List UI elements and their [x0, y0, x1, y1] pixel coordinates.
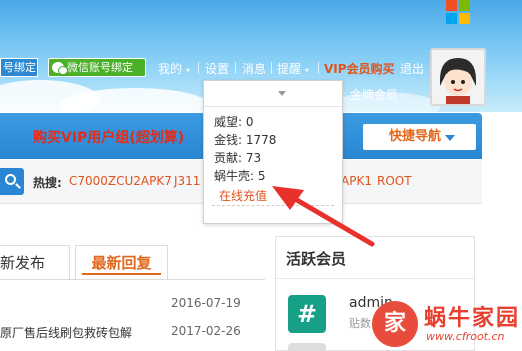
list-item-date: 2016-07-19 — [171, 296, 241, 310]
member-post-count: 贴数 — [349, 317, 371, 330]
search-icon — [5, 174, 16, 185]
stat-snail-shell: 蜗牛壳: 5 — [214, 169, 266, 183]
stat-contribution: 贡献: 73 — [214, 151, 262, 165]
nav-divider — [318, 62, 319, 74]
active-members-title: 活跃会员 — [286, 250, 347, 268]
bind-phone-button[interactable]: 号绑定 — [0, 58, 38, 77]
watermark-logo: 家 蜗牛家园 www.cfroot.cn — [370, 298, 522, 351]
list-item-title[interactable]: 原厂售后线刷包救砖包解 — [0, 324, 132, 341]
search-button[interactable] — [0, 168, 24, 195]
nav-divider — [235, 62, 236, 74]
member-avatar[interactable]: # — [288, 295, 326, 333]
tab-latest-replies[interactable]: 最新回复 — [75, 245, 168, 279]
member-avatar[interactable] — [288, 343, 326, 351]
top-nav: 号绑定 微信账号绑定 我的 ▾ 设置 消息 提醒 ▾ VIP会员购买 退出 — [0, 57, 430, 79]
quick-nav-label: 快捷导航 — [389, 129, 442, 144]
nav-divider — [271, 62, 272, 74]
nav-messages[interactable]: 消息 — [242, 60, 266, 77]
nav-reminders[interactable]: 提醒 ▾ — [277, 60, 309, 77]
bind-wechat-label: 微信账号绑定 — [67, 61, 133, 74]
chevron-down-icon: ▾ — [304, 66, 309, 75]
hot-search-label: 热搜: — [33, 176, 62, 190]
quick-nav-button[interactable]: 快捷导航 — [363, 124, 476, 150]
nav-vip-buy[interactable]: VIP会员购买 — [324, 60, 395, 77]
recharge-link[interactable]: 在线充值 — [219, 187, 267, 204]
chevron-down-icon: ▾ — [185, 66, 190, 75]
nav-reminders-label: 提醒 — [277, 62, 302, 76]
hot-search-link[interactable]: J311 — [174, 174, 200, 188]
watermark-url: www.cfroot.cn — [426, 330, 505, 343]
hot-search-link[interactable]: ROOT — [377, 174, 412, 188]
dropdown-header — [204, 81, 342, 107]
nav-my-label: 我的 — [158, 62, 183, 76]
buy-vip-link[interactable]: 购买VIP用户组(超划算) — [33, 127, 184, 147]
nav-logout[interactable]: 退出 — [400, 60, 424, 77]
nav-settings[interactable]: 设置 — [205, 60, 229, 77]
nav-my[interactable]: 我的 ▾ — [158, 60, 190, 77]
chevron-down-icon: ▾ — [401, 92, 406, 101]
bind-wechat-button[interactable]: 微信账号绑定 — [48, 58, 146, 77]
search-icon-handle — [15, 183, 21, 189]
list-item-date: 2017-02-26 — [171, 324, 241, 338]
tab-divider — [0, 279, 265, 280]
chevron-down-icon — [445, 135, 455, 141]
panel-divider — [276, 278, 474, 279]
wechat-icon — [52, 62, 68, 75]
arrow-icon — [272, 186, 375, 247]
tab-new-posts[interactable]: 新发布 — [0, 245, 70, 279]
stat-money: 金钱: 1778 — [214, 133, 277, 147]
avatar-icon — [432, 50, 484, 104]
nav-divider — [198, 62, 199, 74]
avatar[interactable] — [430, 48, 486, 106]
watermark-name: 蜗牛家园 — [424, 306, 521, 331]
stat-prestige: 威望: 0 — [214, 115, 254, 129]
chevron-down-icon — [278, 91, 286, 96]
hot-search-link[interactable]: C7000ZCU2APK7 — [69, 174, 172, 188]
windows-icon[interactable] — [446, 0, 470, 24]
watermark-logo-icon: 家 — [372, 301, 418, 347]
